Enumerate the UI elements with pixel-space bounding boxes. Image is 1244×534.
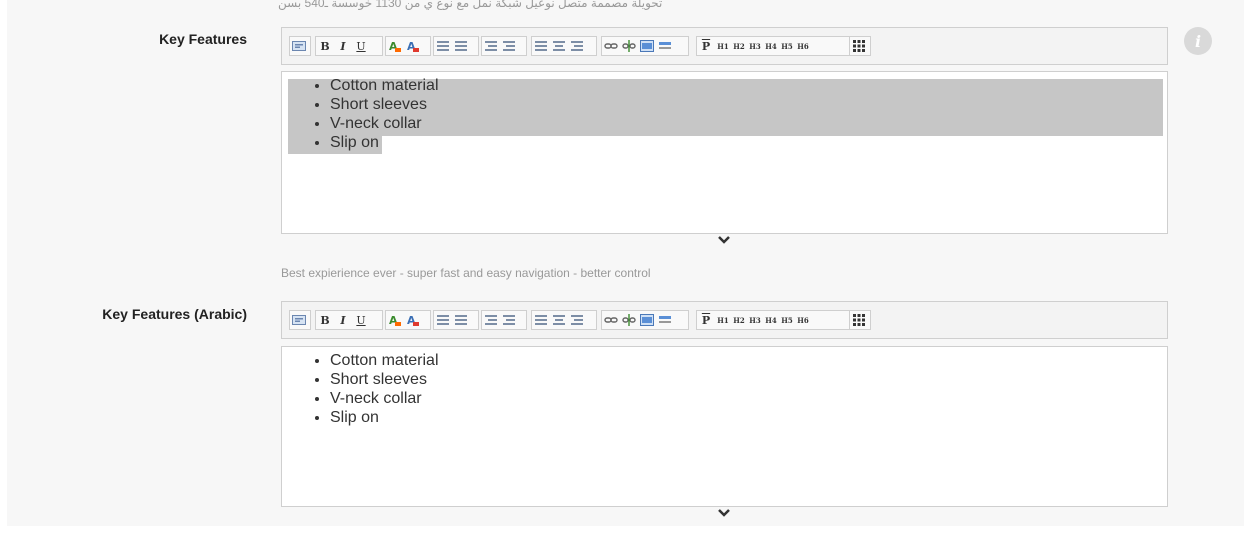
heading-3-button[interactable]: H3: [747, 311, 763, 329]
heading-6-button[interactable]: H6: [795, 37, 811, 55]
align-center-icon[interactable]: [550, 311, 568, 329]
unordered-list-icon[interactable]: [452, 311, 470, 329]
list-item: Slip on: [330, 408, 1167, 427]
align-left-icon[interactable]: [532, 311, 550, 329]
key-features-arabic-editor[interactable]: Cotton material Short sleeves V-neck col…: [281, 346, 1168, 507]
unordered-list-icon[interactable]: [452, 37, 470, 55]
indent-icon[interactable]: [500, 37, 518, 55]
key-features-arabic-label: Key Features (Arabic): [102, 306, 247, 322]
key-features-arabic-toolbar: B I U A A P H1 H2 H3 H4 H5 H6: [281, 301, 1168, 339]
align-center-icon[interactable]: [550, 37, 568, 55]
outdent-icon[interactable]: [482, 37, 500, 55]
key-features-label: Key Features: [159, 31, 247, 47]
unlink-icon[interactable]: [620, 37, 638, 55]
chevron-down-icon[interactable]: [717, 235, 731, 245]
italic-button[interactable]: I: [334, 37, 352, 55]
list-item: Short sleeves: [330, 95, 1167, 114]
horizontal-rule-icon[interactable]: [656, 37, 674, 55]
paragraph-button[interactable]: P: [697, 37, 715, 55]
chevron-down-icon[interactable]: [717, 508, 731, 518]
heading-6-button[interactable]: H6: [795, 311, 811, 329]
font-color-icon[interactable]: A: [386, 37, 404, 55]
image-icon[interactable]: [638, 37, 656, 55]
paragraph-button[interactable]: P: [697, 311, 715, 329]
html-source-icon[interactable]: [290, 311, 308, 329]
underline-button[interactable]: U: [352, 37, 370, 55]
highlight-color-icon[interactable]: A: [404, 37, 422, 55]
ordered-list-icon[interactable]: [434, 311, 452, 329]
feature-list: Cotton material Short sleeves V-neck col…: [282, 351, 1167, 427]
heading-1-button[interactable]: H1: [715, 37, 731, 55]
html-source-icon[interactable]: [290, 37, 308, 55]
ordered-list-icon[interactable]: [434, 37, 452, 55]
heading-2-button[interactable]: H2: [731, 311, 747, 329]
heading-4-button[interactable]: H4: [763, 37, 779, 55]
underline-button[interactable]: U: [352, 311, 370, 329]
heading-5-button[interactable]: H5: [779, 37, 795, 55]
link-icon[interactable]: [602, 311, 620, 329]
bold-button[interactable]: B: [316, 37, 334, 55]
info-icon[interactable]: i: [1184, 27, 1212, 55]
align-left-icon[interactable]: [532, 37, 550, 55]
heading-3-button[interactable]: H3: [747, 37, 763, 55]
key-features-editor[interactable]: Cotton material Short sleeves V-neck col…: [281, 71, 1168, 234]
list-item: Short sleeves: [330, 370, 1167, 389]
heading-2-button[interactable]: H2: [731, 37, 747, 55]
table-grid-icon[interactable]: [850, 37, 868, 55]
font-color-icon[interactable]: A: [386, 311, 404, 329]
top-hint-text: تحويلة مصممة متصل نوعيل شبكة نمل مع نوع …: [278, 0, 663, 10]
feature-list: Cotton material Short sleeves V-neck col…: [282, 76, 1167, 152]
list-item: Slip on: [330, 133, 1167, 152]
key-features-hint: Best expierience ever - super fast and e…: [281, 266, 651, 280]
highlight-color-icon[interactable]: A: [404, 311, 422, 329]
heading-4-button[interactable]: H4: [763, 311, 779, 329]
unlink-icon[interactable]: [620, 311, 638, 329]
list-item: V-neck collar: [330, 114, 1167, 133]
outdent-icon[interactable]: [482, 311, 500, 329]
list-item: Cotton material: [330, 76, 1167, 95]
list-item: V-neck collar: [330, 389, 1167, 408]
key-features-toolbar: B I U A A P H1 H2 H3 H4 H5 H6: [281, 27, 1168, 65]
list-item: Cotton material: [330, 351, 1167, 370]
link-icon[interactable]: [602, 37, 620, 55]
align-right-icon[interactable]: [568, 37, 586, 55]
bold-button[interactable]: B: [316, 311, 334, 329]
align-right-icon[interactable]: [568, 311, 586, 329]
heading-5-button[interactable]: H5: [779, 311, 795, 329]
table-grid-icon[interactable]: [850, 311, 868, 329]
image-icon[interactable]: [638, 311, 656, 329]
heading-1-button[interactable]: H1: [715, 311, 731, 329]
horizontal-rule-icon[interactable]: [656, 311, 674, 329]
indent-icon[interactable]: [500, 311, 518, 329]
italic-button[interactable]: I: [334, 311, 352, 329]
